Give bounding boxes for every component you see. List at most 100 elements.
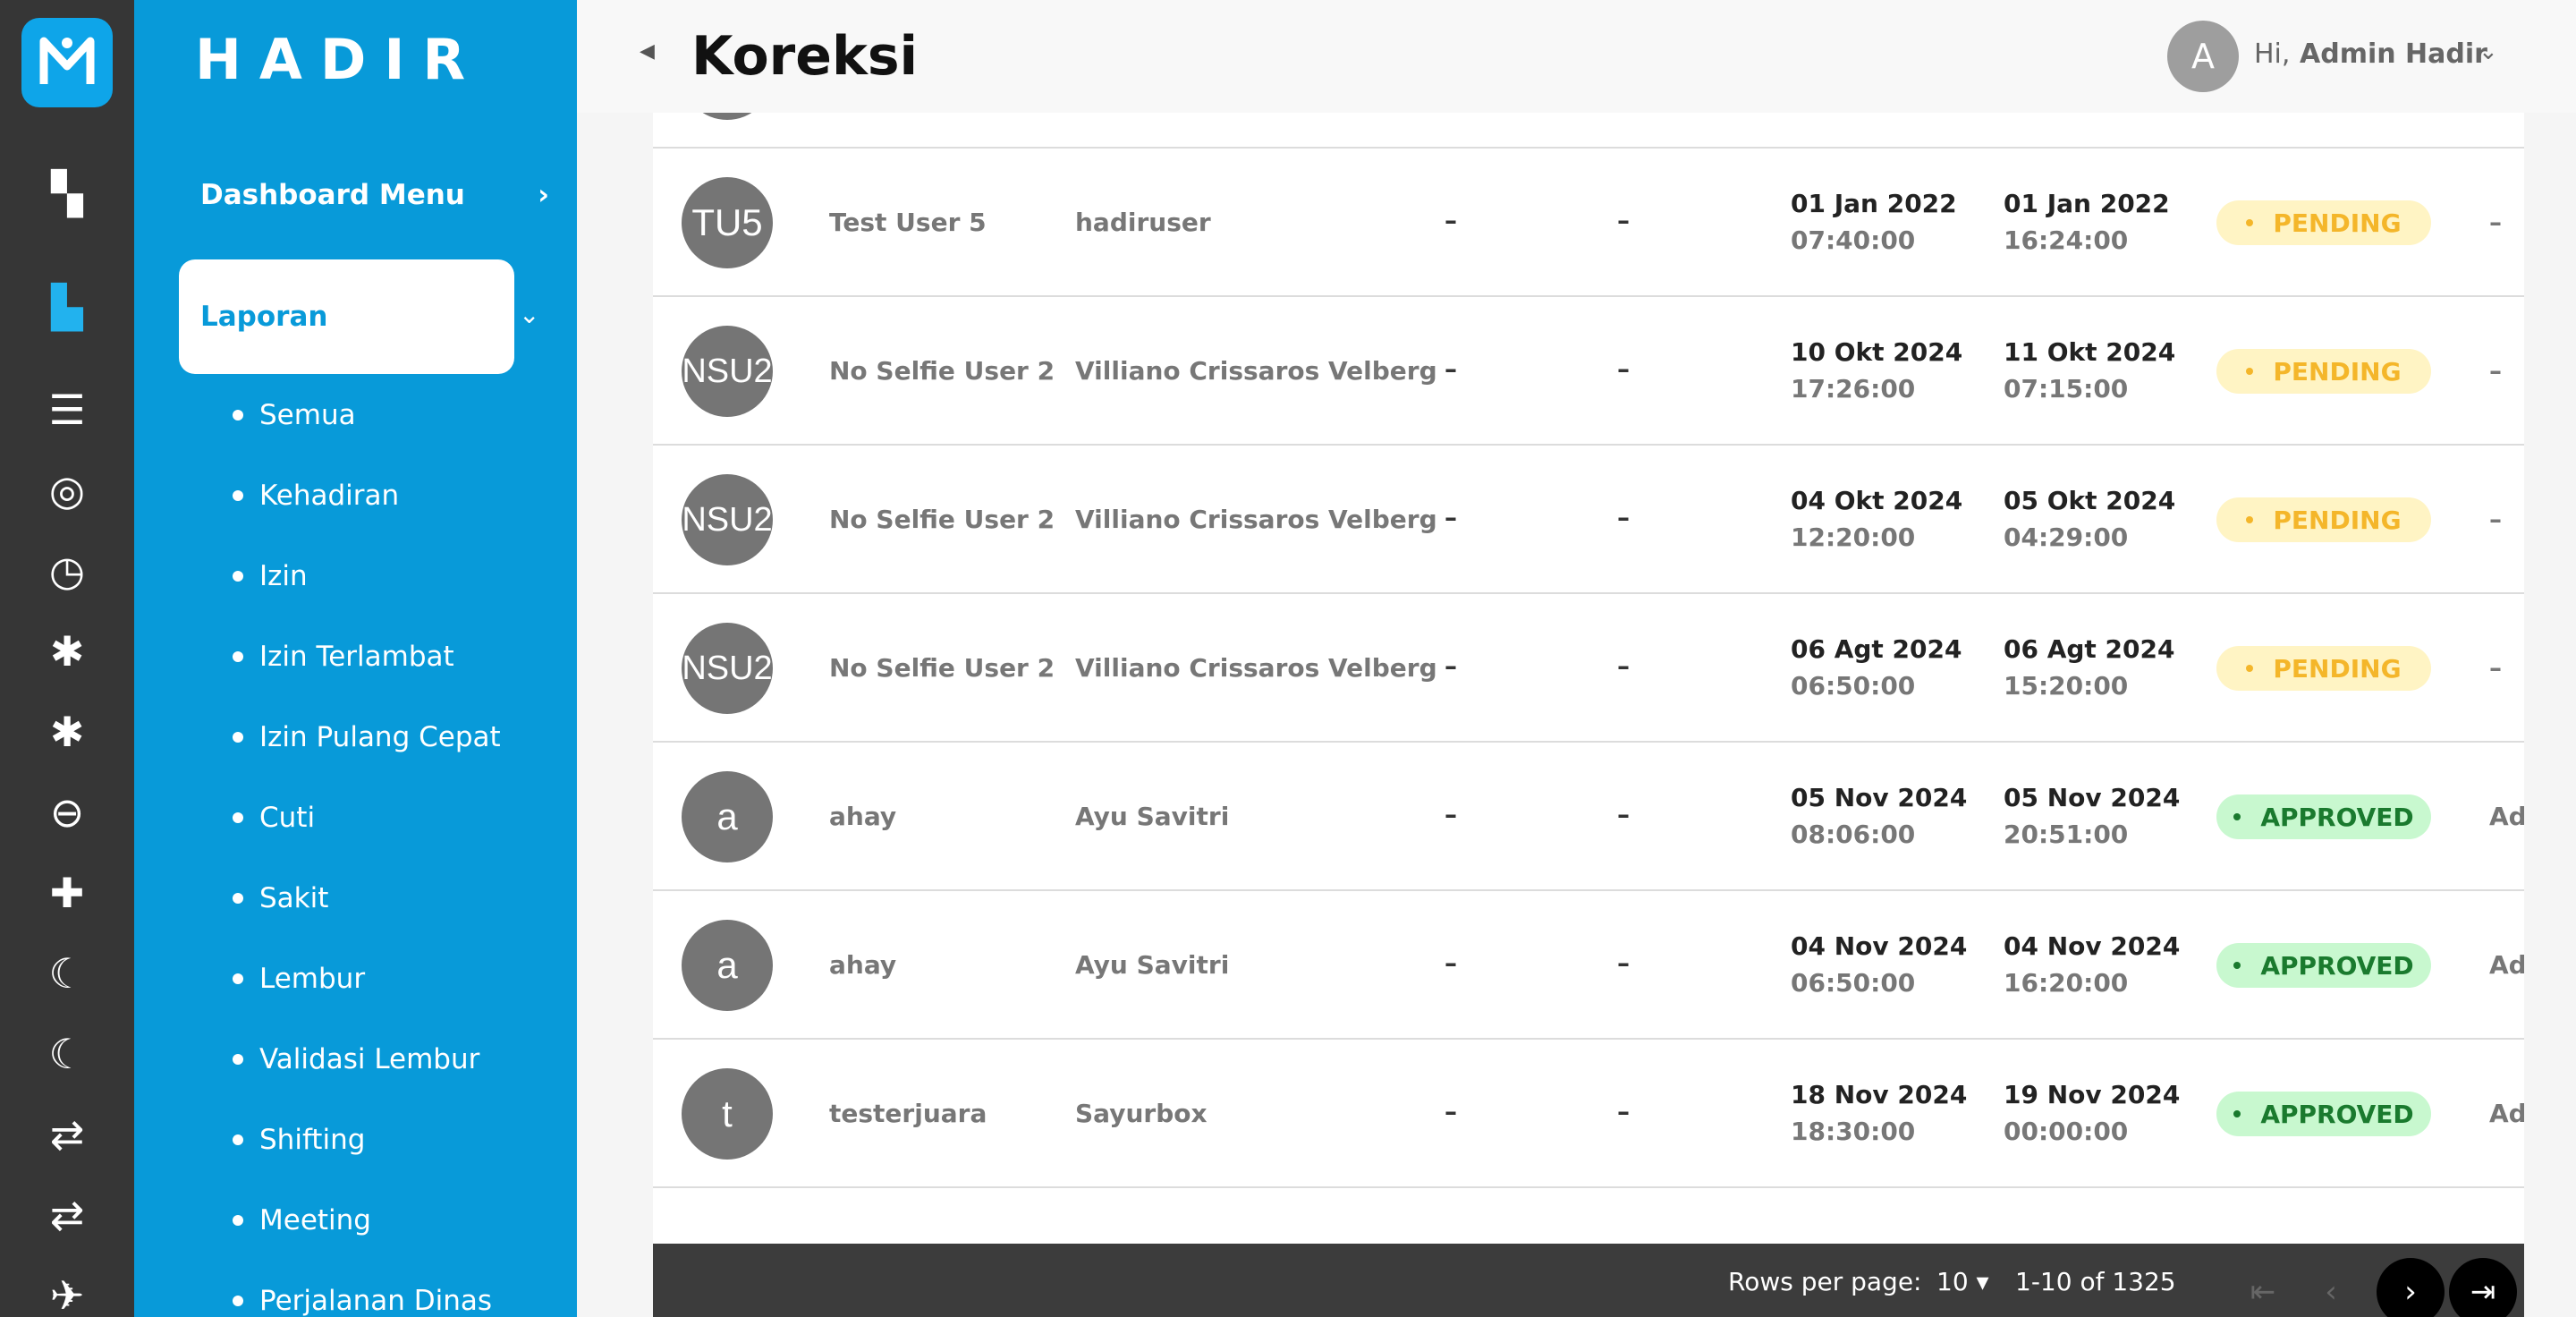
sidebar-item-dashboard-menu[interactable]: Dashboard Menu › <box>200 179 549 211</box>
table-row[interactable]: NSU2 No Selfie User 2 Villiano Crissaros V… <box>653 446 2524 594</box>
report-icon[interactable]: ▙ <box>40 280 94 334</box>
sidebar-item-laporan[interactable]: Laporan <box>179 259 514 374</box>
sidebar-subitem-label: Shifting <box>259 1124 366 1156</box>
rows-per-page-label: Rows per page: <box>1728 1267 1922 1296</box>
company-cell: hadiruser <box>1075 208 1211 237</box>
table-row[interactable]: a ahay Ayu Savitri – – 05 Nov 2024 08:06:00 05 … <box>653 743 2524 891</box>
status-dot-icon <box>2233 813 2241 820</box>
clock-icon[interactable]: ◷ <box>40 544 94 598</box>
approver-cell: Ad <box>2489 1099 2524 1128</box>
username-cell: No Selfie User 2 <box>829 505 1055 534</box>
avatar: NSU2 <box>682 623 773 714</box>
app-logo-icon[interactable] <box>21 18 113 107</box>
user-swap-icon[interactable]: ⇄ <box>40 1188 94 1242</box>
bullet-icon <box>233 410 243 421</box>
start-time: 06:50:00 <box>1791 671 1916 701</box>
sidebar-subitem[interactable]: Validasi Lembur <box>233 1043 479 1075</box>
username-cell: No Selfie User 2 <box>829 653 1055 683</box>
chevron-down-icon[interactable]: ⌄ <box>2479 38 2498 65</box>
moon-icon[interactable]: ☾ <box>40 947 94 1000</box>
status-dot-icon <box>2233 1110 2241 1117</box>
next-page-icon[interactable]: › <box>2377 1258 2445 1317</box>
rows-per-page-select[interactable]: 10 ▾ <box>1936 1267 1989 1296</box>
sidebar-item-label: Dashboard Menu <box>200 179 465 211</box>
slack-icon[interactable]: ✱ <box>40 705 94 759</box>
plane-icon[interactable]: ✈ <box>40 1269 94 1317</box>
end-date: 06 Agt 2024 <box>2004 634 2175 664</box>
sidebar-subitem[interactable]: Meeting <box>233 1204 371 1236</box>
start-time: 12:20:00 <box>1791 523 1916 552</box>
sidebar-subitem[interactable]: Izin <box>233 560 308 592</box>
sidebar-subitem[interactable]: Sakit <box>233 882 328 914</box>
sidebar-subitem-label: Semua <box>259 399 356 431</box>
status-dot-icon <box>2246 665 2254 672</box>
sidebar-subitem[interactable]: Semua <box>233 399 356 431</box>
table-row[interactable]: TU5 Test User 5 hadiruser – – 01 Jan 2022 07:4… <box>653 149 2524 297</box>
minus-circle-icon[interactable]: ⊖ <box>40 786 94 839</box>
last-page-icon[interactable]: ⇥ <box>2449 1258 2517 1317</box>
sidebar: HADIR Dashboard Menu › Laporan ⌄ Semua Ke… <box>134 0 577 1317</box>
collapse-sidebar-icon[interactable]: ◀ <box>640 40 655 63</box>
empty-cell: – <box>1445 948 1457 978</box>
status-label: PENDING <box>2273 505 2402 535</box>
first-page-icon[interactable]: ⇤ <box>2229 1258 2297 1317</box>
bullet-icon <box>233 1215 243 1226</box>
sidebar-subitem-label: Izin Pulang Cepat <box>259 721 501 753</box>
empty-cell: – <box>1617 651 1630 681</box>
empty-cell: – <box>1445 503 1457 532</box>
status-badge: APPROVED <box>2216 943 2431 988</box>
end-date: 05 Nov 2024 <box>2004 783 2181 812</box>
start-time: 08:06:00 <box>1791 820 1916 849</box>
sidebar-subitem[interactable]: Cuti <box>233 802 315 834</box>
sidebar-subitem[interactable]: Perjalanan Dinas <box>233 1285 492 1317</box>
start-date: 01 Jan 2022 <box>1791 189 1957 218</box>
empty-cell: – <box>1445 651 1457 681</box>
table-row[interactable]: a ahay Ayu Savitri – – 04 Nov 2024 06:50:00 04 … <box>653 891 2524 1040</box>
sidebar-subitem[interactable]: Shifting <box>233 1124 365 1156</box>
avatar: a <box>682 771 773 862</box>
status-dot-icon <box>2246 516 2254 523</box>
user-swap-icon[interactable]: ⇄ <box>40 1108 94 1161</box>
server-icon[interactable]: ☰ <box>40 383 94 437</box>
start-date: 06 Agt 2024 <box>1791 634 1962 664</box>
end-date: 11 Okt 2024 <box>2004 337 2176 367</box>
bullet-icon <box>233 812 243 823</box>
company-cell: Villiano Crissaros Velberg <box>1075 356 1437 386</box>
empty-cell: – <box>1617 354 1630 384</box>
dashboard-add-icon[interactable]: ▚ <box>40 166 94 220</box>
bullet-icon <box>233 651 243 662</box>
username-cell: ahay <box>829 802 897 831</box>
avatar: t <box>682 1068 773 1160</box>
sidebar-subitem[interactable]: Lembur <box>233 963 365 995</box>
table-row[interactable]: NSU2 No Selfie User 2 Villiano Crissaros V… <box>653 297 2524 446</box>
table-row[interactable]: NSU2 No Selfie User 2 Villiano Crissaros V… <box>653 594 2524 743</box>
sidebar-subitem[interactable]: Izin Terlambat <box>233 641 454 673</box>
sidebar-subitem[interactable]: Izin Pulang Cepat <box>233 721 501 753</box>
fingerprint-icon[interactable]: ◎ <box>40 463 94 517</box>
sidebar-subitem[interactable]: Kehadiran <box>233 480 399 512</box>
table-row[interactable]: t testerjuara Sayurbox – – 18 Nov 2024 18:30:0… <box>653 1040 2524 1188</box>
slack-icon[interactable]: ✱ <box>40 625 94 678</box>
status-label: PENDING <box>2273 356 2402 387</box>
moon-icon[interactable]: ☾ <box>40 1027 94 1081</box>
sidebar-subitem-label: Izin <box>259 560 308 592</box>
avatar: NSU2 <box>682 326 773 417</box>
pagination-range: 1-10 of 1325 <box>2015 1267 2176 1296</box>
sidebar-subitem-label: Perjalanan Dinas <box>259 1285 493 1317</box>
sidebar-subitem-label: Kehadiran <box>259 480 400 512</box>
status-badge: APPROVED <box>2216 1092 2431 1136</box>
empty-cell: – <box>1445 354 1457 384</box>
start-date: 04 Okt 2024 <box>1791 486 1963 515</box>
status-dot-icon <box>2233 962 2241 969</box>
status-label: APPROVED <box>2260 1099 2414 1129</box>
prev-page-icon[interactable]: ‹ <box>2297 1258 2365 1317</box>
sidebar-subitem-label: Cuti <box>259 802 316 834</box>
chevron-down-icon[interactable]: ⌄ <box>519 300 539 329</box>
plus-icon[interactable]: ✚ <box>40 866 94 920</box>
username-cell: testerjuara <box>829 1099 987 1128</box>
status-badge: APPROVED <box>2216 794 2431 839</box>
avatar[interactable]: A <box>2167 21 2239 92</box>
empty-cell: – <box>1617 206 1630 235</box>
user-menu-name[interactable]: Admin Hadir <box>2300 38 2487 70</box>
sidebar-subitem-label: Validasi Lembur <box>259 1043 480 1075</box>
